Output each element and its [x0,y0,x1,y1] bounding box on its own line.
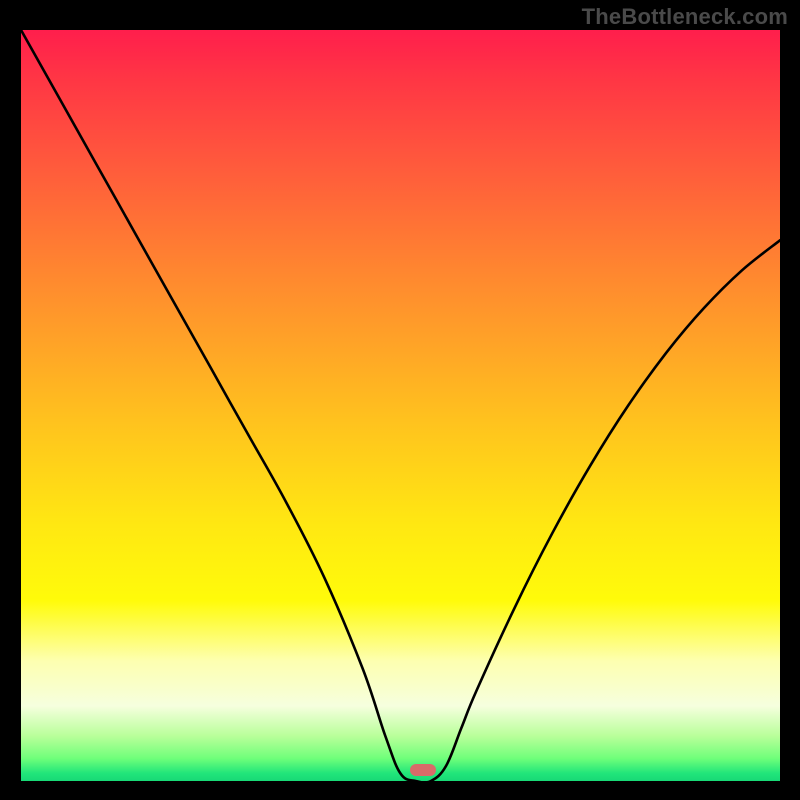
plot-area [21,30,780,781]
curve-path [21,30,780,781]
bottleneck-curve [21,30,780,781]
minimum-marker [410,764,436,776]
watermark-text: TheBottleneck.com [582,4,788,30]
chart-frame: TheBottleneck.com [0,0,800,800]
